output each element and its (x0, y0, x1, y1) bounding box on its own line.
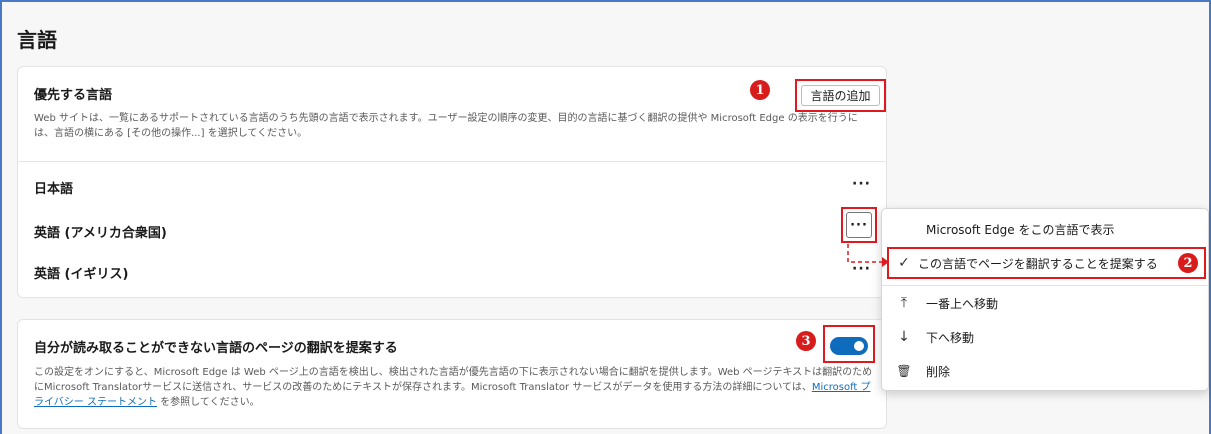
more-actions-english-us[interactable]: ··· (846, 212, 872, 238)
translate-offer-description: この設定をオンにすると、Microsoft Edge は Web ページ上の言語… (34, 365, 880, 410)
divider (18, 161, 886, 162)
more-actions-highlight: ··· (841, 207, 877, 243)
menu-item-move-down[interactable]: ↓ 下へ移動 (882, 321, 1208, 353)
menu-item-delete[interactable]: 🗑 削除 (882, 355, 1208, 387)
add-language-button[interactable]: 言語の追加 (801, 85, 880, 106)
menu-item-display-edge[interactable]: Microsoft Edge をこの言語で表示 (882, 213, 1208, 245)
translate-offer-toggle[interactable] (830, 337, 868, 355)
annotation-badge-2: 2 (1178, 253, 1198, 273)
annotation-badge-3: 3 (796, 331, 816, 351)
trash-icon: 🗑 (896, 364, 912, 378)
toggle-highlight (823, 325, 875, 363)
preferred-languages-description: Web サイトは、一覧にあるサポートされている言語のうち先頭の言語で表示されます… (34, 113, 858, 139)
checkmark-icon: ✓ (898, 255, 910, 271)
preferred-languages-card: 優先する言語 言語の追加 Web サイトは、一覧にあるサポートされている言語のう… (17, 66, 887, 298)
menu-item-label: この言語でページを翻訳することを提案する (918, 256, 1158, 271)
arrow-down-icon: ↓ (898, 329, 910, 345)
translate-description-tail: を参照してください。 (156, 397, 260, 408)
menu-item-label: 削除 (926, 364, 951, 379)
page-title: 言語 (17, 28, 57, 52)
menu-item-label: 一番上へ移動 (926, 296, 999, 311)
language-item-japanese: 日本語 (34, 182, 74, 197)
annotation-badge-1: 1 (750, 80, 770, 100)
language-context-menu: Microsoft Edge をこの言語で表示 ✓ この言語でページを翻訳するこ… (881, 208, 1209, 391)
toggle-knob (854, 341, 864, 351)
language-item-english-uk: 英語 (イギリス) (34, 267, 129, 282)
translate-offer-title: 自分が読み取ることができない言語のページの翻訳を提案する (34, 341, 398, 356)
preferred-languages-title: 優先する言語 (34, 88, 113, 103)
move-to-top-icon: ⤒ (900, 295, 908, 311)
menu-item-label: Microsoft Edge をこの言語で表示 (926, 222, 1115, 237)
more-actions-japanese[interactable]: ··· (852, 176, 871, 192)
menu-separator (882, 285, 1208, 286)
translate-description-text: この設定をオンにすると、Microsoft Edge は Web ページ上の言語… (34, 367, 873, 393)
translate-offer-card: 自分が読み取ることができない言語のページの翻訳を提案する この設定をオンにすると… (17, 319, 887, 429)
language-item-english-us: 英語 (アメリカ合衆国) (34, 226, 167, 241)
more-actions-english-uk[interactable]: ··· (852, 261, 871, 277)
menu-item-offer-translate[interactable]: ✓ この言語でページを翻訳することを提案する (882, 247, 1208, 279)
add-language-highlight: 言語の追加 (795, 79, 886, 112)
menu-item-label: 下へ移動 (926, 330, 975, 345)
menu-item-move-top[interactable]: ⤒ 一番上へ移動 (882, 287, 1208, 319)
